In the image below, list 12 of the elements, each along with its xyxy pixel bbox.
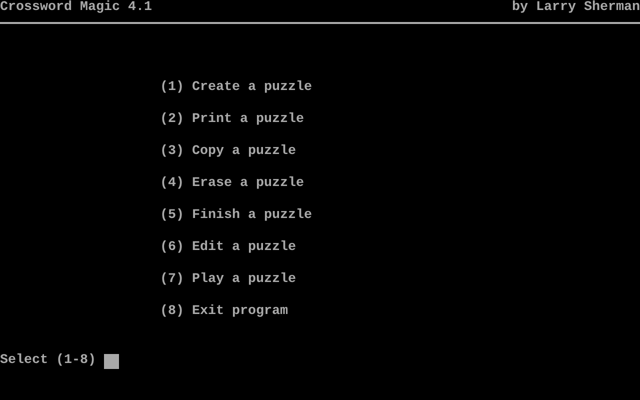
menu-option[interactable]: (1) Create a puzzle: [160, 80, 312, 96]
menu-option[interactable]: (5) Finish a puzzle: [160, 208, 312, 224]
menu-option[interactable]: (4) Erase a puzzle: [160, 176, 304, 192]
menu-option[interactable]: (8) Exit program: [160, 304, 288, 320]
menu-option[interactable]: (2) Print a puzzle: [160, 112, 304, 128]
menu-option[interactable]: (6) Edit a puzzle: [160, 240, 296, 256]
select-prompt: Select (1-8): [0, 352, 96, 368]
menu-option[interactable]: (3) Copy a puzzle: [160, 144, 296, 160]
program-title: Crossword Magic 4.1: [0, 0, 152, 16]
author-credit: by Larry Sherman: [512, 0, 640, 16]
menu-option[interactable]: (7) Play a puzzle: [160, 272, 296, 288]
text-cursor: [104, 354, 119, 369]
